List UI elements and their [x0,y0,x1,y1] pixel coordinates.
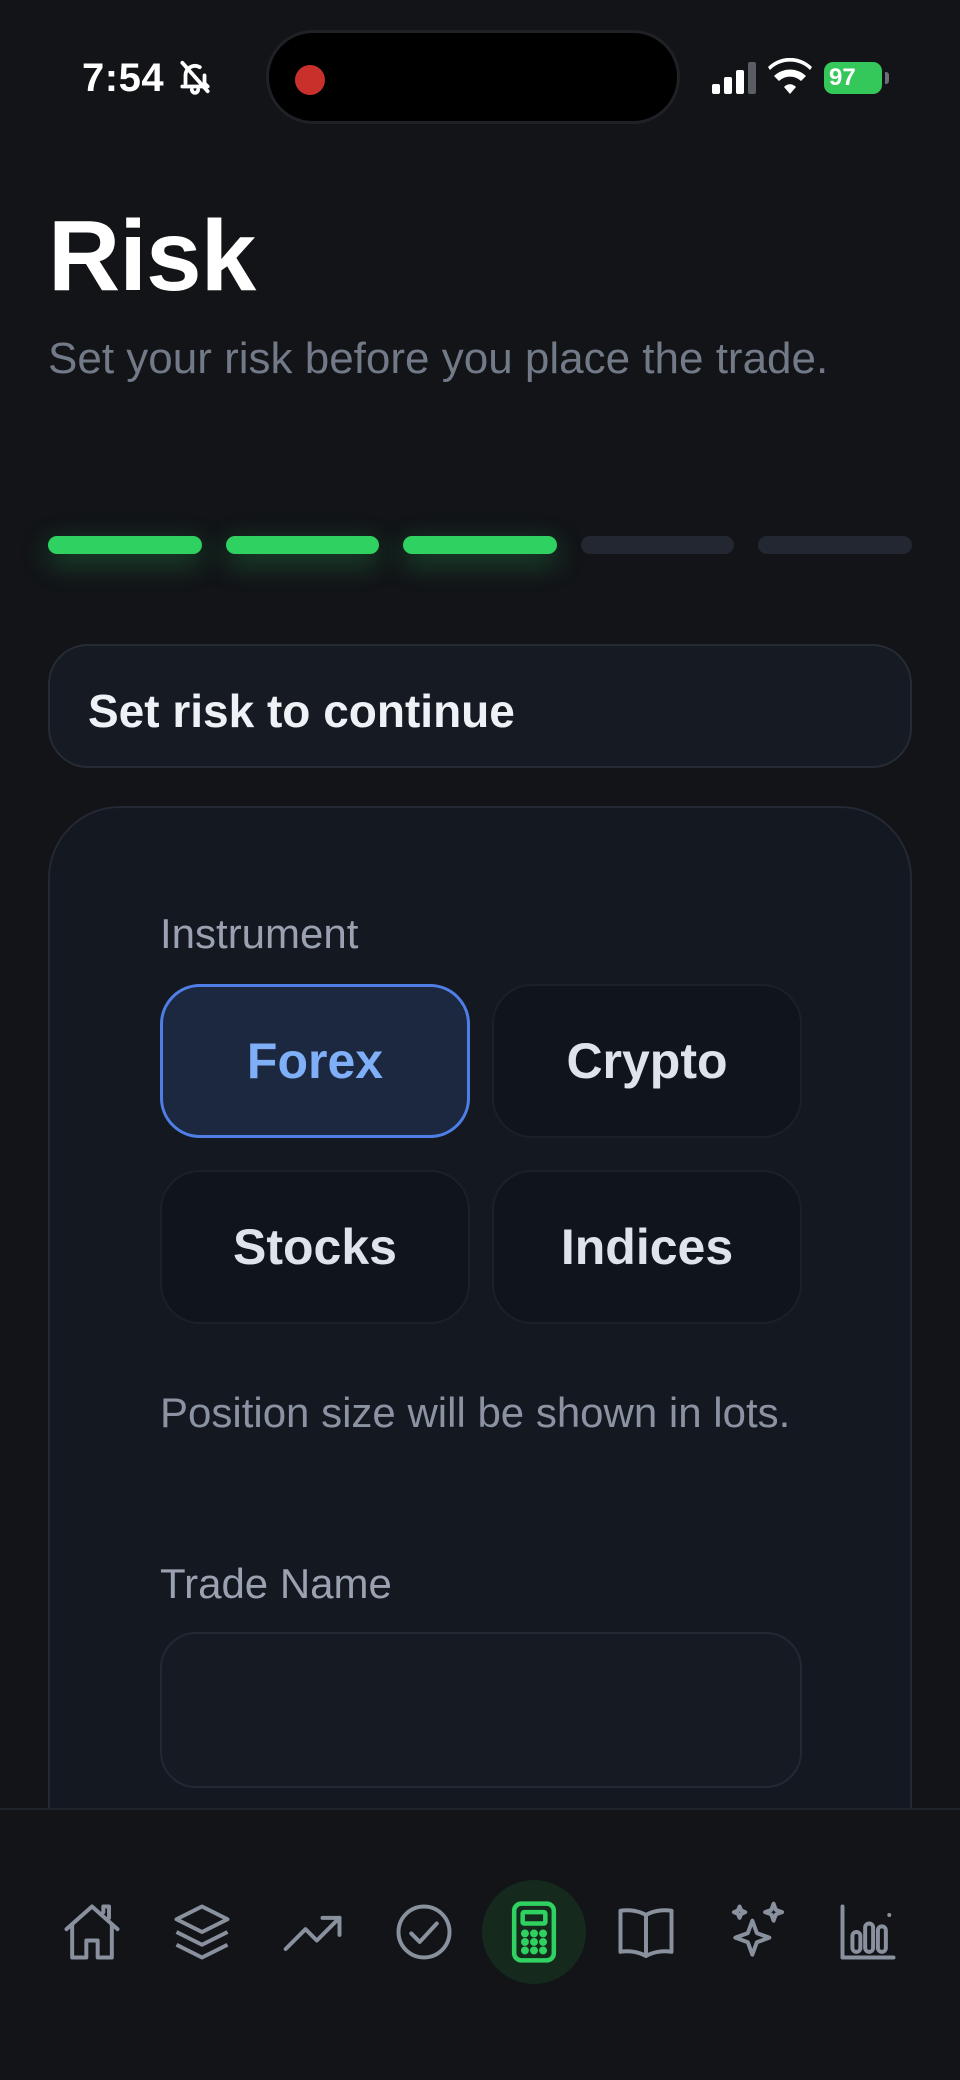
check-circle-icon [396,1904,452,1960]
dynamic-island [266,30,680,124]
progress-step-3 [403,536,557,554]
tab-checklist[interactable] [372,1880,476,1984]
battery-icon: 97 [824,62,889,94]
bell-slash-icon [180,60,210,95]
trade-name-label: Trade Name [160,1560,392,1607]
bar-chart-icon [840,1904,896,1960]
page-subtitle: Set your risk before you place the trade… [48,334,829,383]
book-icon [618,1908,674,1959]
progress-step-5 [758,536,912,554]
trending-up-icon [283,1915,342,1951]
tab-analytics[interactable] [816,1880,920,1984]
tab-calculator[interactable] [482,1880,586,1984]
trade-name-input[interactable] [160,1632,802,1788]
instrument-option-crypto[interactable]: Crypto [492,984,802,1138]
tab-ai-insights[interactable] [706,1880,810,1984]
position-size-hint: Position size will be shown in lots. [160,1389,791,1436]
calculator-icon [511,1901,557,1963]
continue-banner[interactable]: Set risk to continue [48,644,912,768]
battery-level: 97 [829,64,856,91]
home-icon [64,1904,120,1960]
status-time: 7:54 [82,56,165,100]
page-title: Risk [48,200,256,312]
progress-step-2 [225,536,380,554]
instrument-label: Instrument [160,910,359,957]
progress-step-4 [580,536,735,554]
cellular-signal-icon [712,62,756,94]
sparkles-icon [731,1901,785,1957]
banner-text: Set risk to continue [88,685,515,737]
layers-icon [174,1904,230,1960]
instrument-option-indices[interactable]: Indices [492,1170,802,1324]
step-progress [48,536,912,554]
tab-journal[interactable] [594,1880,698,1984]
wifi-icon [768,58,812,94]
recording-indicator-icon [295,65,325,95]
tab-home[interactable] [40,1880,144,1984]
status-bar: 7:54 97 [0,0,960,150]
progress-step-1 [48,536,202,554]
tab-trends[interactable] [262,1880,366,1984]
instrument-option-forex[interactable]: Forex [160,984,470,1138]
instrument-option-stocks[interactable]: Stocks [160,1170,470,1324]
tab-layers[interactable] [150,1880,254,1984]
bottom-tab-bar [0,1808,960,2080]
